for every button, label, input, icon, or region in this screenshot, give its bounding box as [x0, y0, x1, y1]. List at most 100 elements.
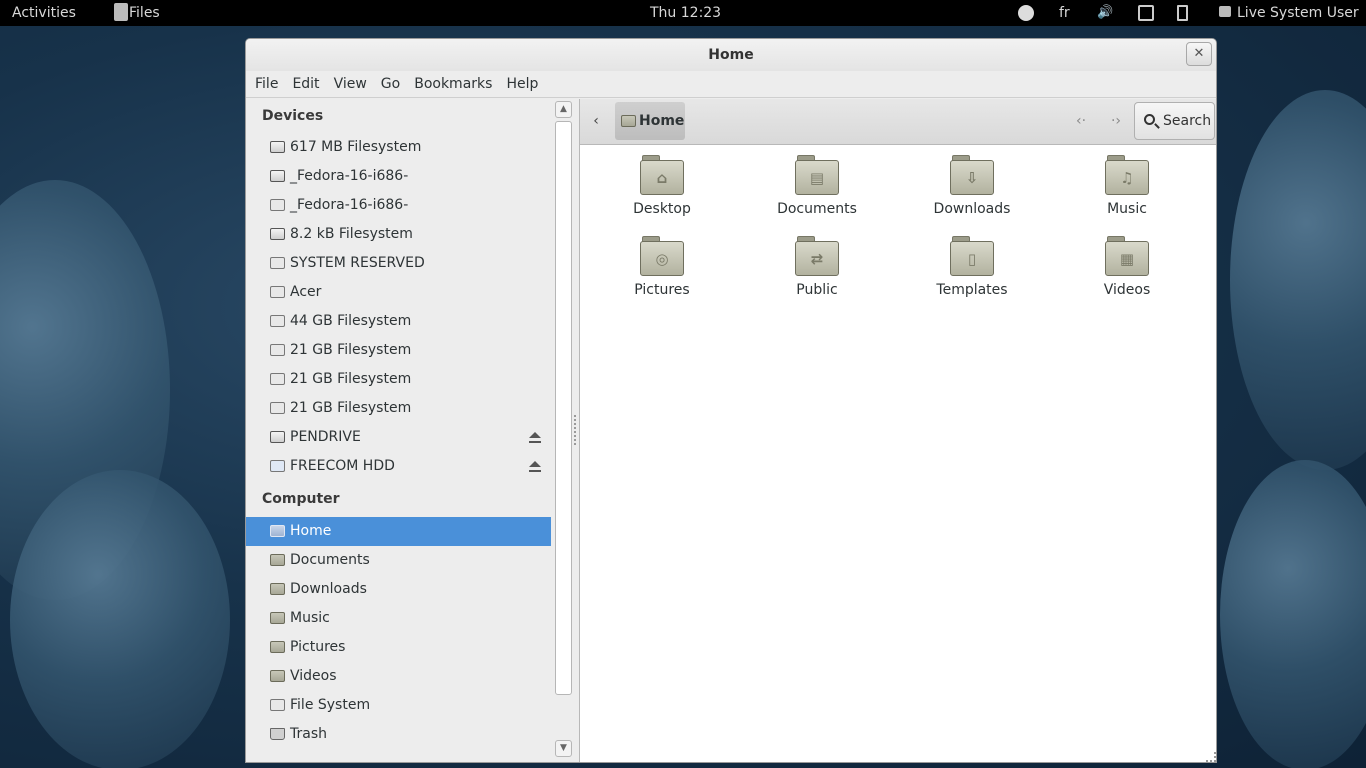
accessibility-icon[interactable] [1018, 5, 1034, 21]
filesystem-icon [270, 699, 285, 711]
devices-heading: Devices [262, 108, 324, 124]
disk-icon [270, 315, 285, 327]
sidebar-item-acer[interactable]: Acer [246, 278, 551, 307]
file-item-documents[interactable]: ▤ Documents [747, 145, 887, 221]
desktop-folder-icon: ⌂ [640, 155, 684, 195]
sidebar-scrollbar[interactable]: ▲ ▼ [553, 99, 573, 762]
activities-button[interactable]: Activities [12, 0, 76, 26]
sidebar-item-label: Home [290, 523, 332, 539]
templates-folder-icon: ▯ [950, 236, 994, 276]
sidebar-item-label: _Fedora-16-i686- [290, 168, 409, 184]
file-view[interactable]: ⌂ Desktop ▤ Documents ⇩ Downloads ♫ Musi… [579, 145, 1216, 762]
sidebar-item-label: File System [290, 697, 371, 713]
videos-folder-icon [270, 670, 285, 682]
eject-icon[interactable] [529, 461, 541, 472]
back-button[interactable]: ‹· [1070, 111, 1092, 131]
music-folder-icon [270, 612, 285, 624]
file-item-public[interactable]: ⇄ Public [747, 226, 887, 302]
path-back-button[interactable]: ‹ [586, 111, 606, 131]
scrollbar-thumb[interactable] [555, 121, 572, 695]
disk-icon [270, 286, 285, 298]
drive-icon [270, 431, 285, 443]
sidebar-item-documents[interactable]: Documents [246, 546, 551, 575]
sidebar-item-pictures[interactable]: Pictures [246, 633, 551, 662]
file-item-label: Pictures [634, 282, 690, 298]
drive-icon [270, 170, 285, 182]
sidebar-item-freecom-hdd[interactable]: FREECOM HDD [246, 452, 551, 481]
clock[interactable]: Thu 12:23 [650, 0, 721, 26]
menu-view[interactable]: View [327, 76, 374, 92]
public-folder-icon: ⇄ [795, 236, 839, 276]
window-title: Home [708, 47, 754, 63]
menu-file[interactable]: File [248, 76, 285, 92]
disk-icon [270, 373, 285, 385]
sidebar-item-label: PENDRIVE [290, 429, 361, 445]
menu-edit[interactable]: Edit [285, 76, 326, 92]
menu-help[interactable]: Help [499, 76, 545, 92]
home-folder-icon [270, 525, 285, 537]
pane-resize-handle[interactable] [574, 415, 578, 445]
disk-icon [270, 402, 285, 414]
sidebar-item-21gb-filesystem-3[interactable]: 21 GB Filesystem [246, 394, 551, 423]
scroll-up-icon[interactable]: ▲ [555, 101, 572, 118]
clipboard-icon[interactable] [1177, 5, 1188, 21]
sidebar-item-trash[interactable]: Trash [246, 720, 551, 749]
search-icon [1144, 114, 1155, 125]
file-item-label: Videos [1103, 282, 1151, 298]
sidebar-item-617mb-filesystem[interactable]: 617 MB Filesystem [246, 133, 551, 162]
volume-icon[interactable]: 🔊 [1097, 5, 1113, 21]
sidebar-item-home[interactable]: Home [246, 517, 551, 546]
downloads-folder-icon [270, 583, 285, 595]
title-bar[interactable]: Home ✕ [246, 39, 1216, 71]
search-button[interactable]: Search [1134, 102, 1215, 140]
pictures-folder-icon [270, 641, 285, 653]
menu-bookmarks[interactable]: Bookmarks [407, 76, 499, 92]
eject-icon[interactable] [529, 432, 541, 443]
file-item-templates[interactable]: ▯ Templates [902, 226, 1042, 302]
file-item-music[interactable]: ♫ Music [1057, 145, 1197, 221]
sidebar-item-fedora-2[interactable]: _Fedora-16-i686- [246, 191, 551, 220]
sidebar-item-label: 617 MB Filesystem [290, 139, 422, 155]
documents-folder-icon: ▤ [795, 155, 839, 195]
file-item-downloads[interactable]: ⇩ Downloads [902, 145, 1042, 221]
drive-icon [270, 141, 285, 153]
sidebar-item-label: Pictures [290, 639, 346, 655]
file-item-videos[interactable]: ▦ Videos [1057, 226, 1197, 302]
sidebar-item-file-system[interactable]: File System [246, 691, 551, 720]
sidebar-item-44gb-filesystem[interactable]: 44 GB Filesystem [246, 307, 551, 336]
file-item-pictures[interactable]: ◎ Pictures [592, 226, 732, 302]
file-item-desktop[interactable]: ⌂ Desktop [592, 145, 732, 221]
user-status-icon [1219, 6, 1231, 17]
home-folder-icon [621, 115, 636, 127]
menu-go[interactable]: Go [374, 76, 407, 92]
close-button[interactable]: ✕ [1186, 42, 1212, 66]
sidebar-item-label: _Fedora-16-i686- [290, 197, 409, 213]
sidebar-item-music[interactable]: Music [246, 604, 551, 633]
close-icon: ✕ [1193, 46, 1205, 61]
sidebar-item-pendrive[interactable]: PENDRIVE [246, 423, 551, 452]
user-menu[interactable]: Live System User [1237, 0, 1359, 26]
sidebar-item-8kb-filesystem[interactable]: 8.2 kB Filesystem [246, 220, 551, 249]
sidebar-item-label: FREECOM HDD [290, 458, 395, 474]
downloads-folder-icon: ⇩ [950, 155, 994, 195]
breadcrumb-home[interactable]: Home [615, 102, 685, 140]
sidebar-item-label: Downloads [290, 581, 367, 597]
forward-button[interactable]: ·› [1105, 111, 1127, 131]
sidebar-item-21gb-filesystem-2[interactable]: 21 GB Filesystem [246, 365, 551, 394]
keyboard-layout-indicator[interactable]: fr [1059, 0, 1070, 26]
sidebar-item-downloads[interactable]: Downloads [246, 575, 551, 604]
drive-icon [270, 228, 285, 240]
resize-grip-icon[interactable] [1206, 752, 1216, 762]
sidebar-item-fedora-1[interactable]: _Fedora-16-i686- [246, 162, 551, 191]
scroll-down-icon[interactable]: ▼ [555, 740, 572, 757]
file-item-label: Downloads [933, 201, 1011, 217]
sidebar-item-videos[interactable]: Videos [246, 662, 551, 691]
sidebar-item-21gb-filesystem-1[interactable]: 21 GB Filesystem [246, 336, 551, 365]
chevron-left-icon: ‹ [593, 113, 599, 129]
disk-icon [270, 199, 285, 211]
app-menu-files[interactable]: Files [129, 0, 160, 26]
sidebar-item-system-reserved[interactable]: SYSTEM RESERVED [246, 249, 551, 278]
arrow-left-icon: ‹· [1075, 113, 1087, 129]
network-icon[interactable] [1138, 5, 1154, 21]
sidebar-item-label: Acer [290, 284, 322, 300]
